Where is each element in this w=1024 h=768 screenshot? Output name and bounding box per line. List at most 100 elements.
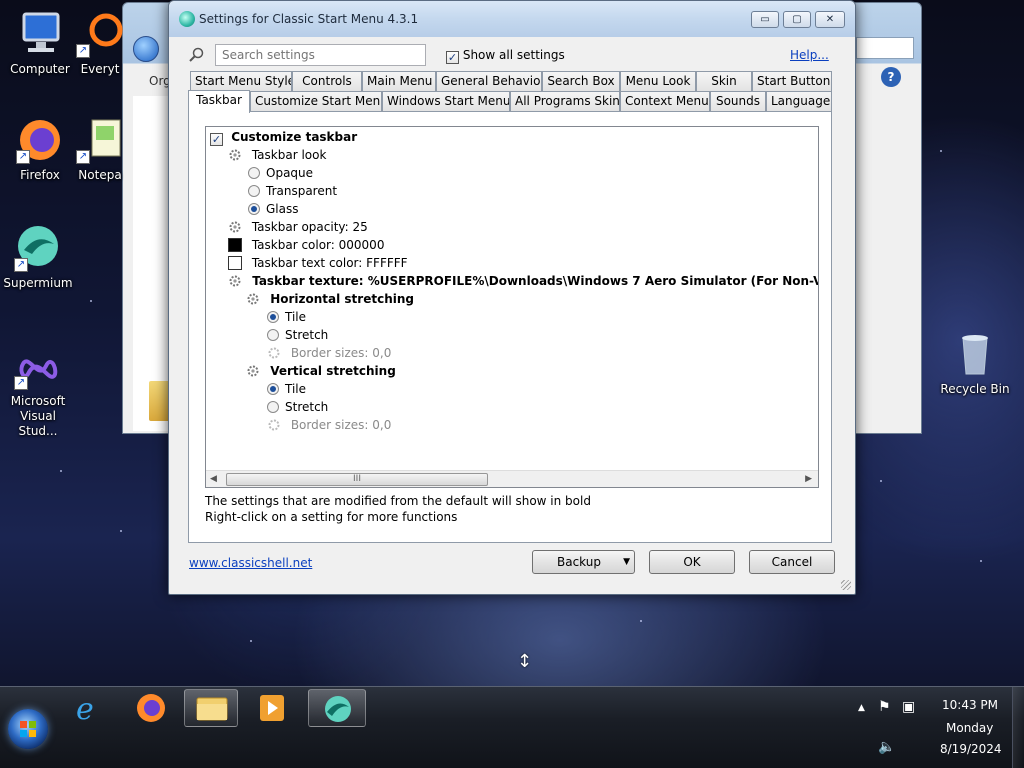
radio-horizontal-stretch[interactable]: Stretch <box>267 326 328 344</box>
shortcut-arrow-icon: ↗ <box>16 150 30 164</box>
gear-icon <box>229 221 241 233</box>
taskbar-classic-shell[interactable] <box>308 689 366 727</box>
volume-muted-icon[interactable]: 🔈 <box>878 739 895 755</box>
tab-customize-start-menu[interactable]: Customize Start Menu <box>250 91 382 111</box>
clock-day[interactable]: Monday <box>946 721 993 735</box>
color-swatch[interactable] <box>228 238 242 252</box>
tab-start-menu-style[interactable]: Start Menu Style <box>190 71 292 91</box>
radio-off-icon[interactable] <box>248 185 260 197</box>
tab-main-menu[interactable]: Main Menu <box>362 71 436 91</box>
setting-label: Taskbar texture: %USERPROFILE%\Downloads… <box>252 274 818 288</box>
tab-all-programs-skin[interactable]: All Programs Skin <box>510 91 620 111</box>
radio-horizontal-tile[interactable]: Tile <box>267 308 306 326</box>
settings-tree[interactable]: ✓ Customize taskbar Taskbar look Opaque … <box>205 126 819 488</box>
desktop-icon-label: Recycle Bin <box>940 382 1010 396</box>
back-arrow-icon[interactable] <box>133 36 159 62</box>
classicshell-website-link[interactable]: www.classicshell.net <box>189 556 312 570</box>
backup-button[interactable]: Backup ▼ <box>532 550 635 574</box>
cancel-button[interactable]: Cancel <box>749 550 835 574</box>
color-swatch[interactable] <box>228 256 242 270</box>
supermium-icon: ↗ <box>14 224 62 272</box>
taskbar: e ▲ ⚑ ▣ 🔈 10:43 PM Monday 8/19/2024 <box>0 686 1024 768</box>
show-all-settings-checkbox[interactable]: ✓ Show all settings <box>446 48 565 64</box>
horizontal-scrollbar[interactable]: ◀ III ▶ <box>206 470 818 487</box>
taskbar-texture-setting[interactable]: Taskbar texture: %USERPROFILE%\Downloads… <box>228 272 818 290</box>
taskbar-explorer[interactable] <box>184 689 238 727</box>
scroll-thumb[interactable]: III <box>226 473 488 486</box>
customize-taskbar-setting[interactable]: ✓ Customize taskbar <box>210 128 357 146</box>
horizontal-stretching-setting[interactable]: Horizontal stretching <box>246 290 414 308</box>
taskbar-look-setting[interactable]: Taskbar look <box>228 146 326 164</box>
radio-glass[interactable]: Glass <box>248 200 299 218</box>
taskbar-media-player[interactable] <box>246 689 300 727</box>
checkbox-checked-icon[interactable]: ✓ <box>210 133 223 146</box>
clock-date[interactable]: 8/19/2024 <box>940 742 1002 756</box>
tab-context-menu[interactable]: Context Menu <box>620 91 710 111</box>
tab-general-behavior[interactable]: General Behavior <box>436 71 542 91</box>
resize-grip[interactable] <box>841 580 851 590</box>
help-link[interactable]: Help... <box>790 48 829 62</box>
tab-controls[interactable]: Controls <box>292 71 362 91</box>
radio-opaque[interactable]: Opaque <box>248 164 313 182</box>
checkbox-checked-icon[interactable]: ✓ <box>446 51 459 64</box>
tab-language[interactable]: Language <box>766 91 832 111</box>
star <box>60 470 62 472</box>
radio-on-icon[interactable] <box>267 383 279 395</box>
firefox-icon <box>137 694 165 722</box>
title-bar[interactable]: Settings for Classic Start Menu 4.3.1 ▭ … <box>169 1 855 37</box>
start-button[interactable] <box>8 709 48 749</box>
tab-menu-look[interactable]: Menu Look <box>620 71 696 91</box>
radio-off-icon[interactable] <box>248 167 260 179</box>
tab-skin[interactable]: Skin <box>696 71 752 91</box>
clock-time[interactable]: 10:43 PM <box>942 698 998 712</box>
minimize-button[interactable]: ▭ <box>751 11 779 28</box>
search-field[interactable] <box>856 37 914 59</box>
help-icon[interactable]: ? <box>881 67 901 87</box>
search-settings-input[interactable] <box>215 44 426 66</box>
radio-off-icon[interactable] <box>267 401 279 413</box>
radio-on-icon[interactable] <box>267 311 279 323</box>
desktop-icon-recycle-bin[interactable]: Recycle Bin <box>937 330 1013 397</box>
internet-explorer-icon: e <box>76 692 94 727</box>
taskbar-internet-explorer[interactable]: e <box>62 689 116 727</box>
radio-on-icon[interactable] <box>248 203 260 215</box>
show-desktop-button[interactable] <box>1012 687 1024 768</box>
scroll-right-icon[interactable]: ▶ <box>805 474 812 484</box>
setting-label: Taskbar opacity: 25 <box>251 220 368 234</box>
vertical-stretching-setting[interactable]: Vertical stretching <box>246 362 396 380</box>
tab-windows-start-menu[interactable]: Windows Start Menu <box>382 91 510 111</box>
star <box>90 300 92 302</box>
close-button[interactable]: ✕ <box>815 11 845 28</box>
radio-vertical-tile[interactable]: Tile <box>267 380 306 398</box>
desktop-icon-firefox[interactable]: ↗ Firefox <box>2 116 78 183</box>
desktop-icon-label: Everyt <box>80 62 120 76</box>
ok-button[interactable]: OK <box>649 550 735 574</box>
gear-icon <box>247 365 259 377</box>
bold-settings-note: The settings that are modified from the … <box>205 494 591 508</box>
settings-dialog[interactable]: Settings for Classic Start Menu 4.3.1 ▭ … <box>168 0 856 595</box>
desktop-icon-supermium[interactable]: ↗ Supermium <box>0 224 76 291</box>
setting-label: Opaque <box>266 166 314 180</box>
tab-sounds[interactable]: Sounds <box>710 91 766 111</box>
show-hidden-icons-icon[interactable]: ▲ <box>858 703 865 713</box>
taskbar-opacity-setting[interactable]: Taskbar opacity: 25 <box>228 218 368 236</box>
scroll-left-icon[interactable]: ◀ <box>210 474 217 484</box>
taskbar-firefox[interactable] <box>124 689 178 727</box>
setting-label: Customize taskbar <box>231 130 358 144</box>
network-icon[interactable]: ▣ <box>902 699 915 715</box>
tab-search-box[interactable]: Search Box <box>542 71 620 91</box>
star <box>880 480 882 482</box>
desktop-icon-everything[interactable]: ↗ Everyt <box>76 10 124 77</box>
tab-taskbar[interactable]: Taskbar <box>188 90 250 113</box>
tab-start-button[interactable]: Start Button <box>752 71 832 91</box>
action-center-flag-icon[interactable]: ⚑ <box>878 699 891 715</box>
radio-transparent[interactable]: Transparent <box>248 182 337 200</box>
maximize-button[interactable]: ▢ <box>783 11 811 28</box>
taskbar-color-setting[interactable]: Taskbar color: 000000 <box>228 236 384 254</box>
radio-off-icon[interactable] <box>267 329 279 341</box>
taskbar-text-color-setting[interactable]: Taskbar text color: FFFFFF <box>228 254 408 272</box>
desktop-icon-computer[interactable]: Computer <box>2 10 78 77</box>
desktop-icon-visual-studio[interactable]: ↗ Microsoft Visual Stud... <box>0 342 76 439</box>
radio-vertical-stretch[interactable]: Stretch <box>267 398 328 416</box>
desktop-icon-notepad[interactable]: ↗ Notepa <box>76 116 124 183</box>
